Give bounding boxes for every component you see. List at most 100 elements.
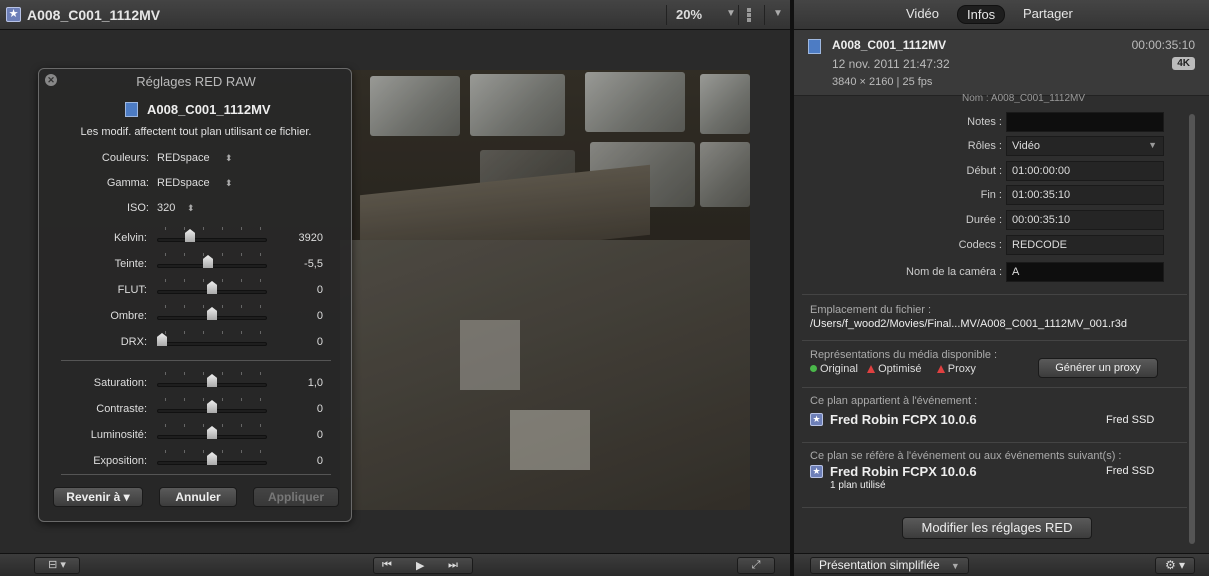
field-value[interactable] bbox=[1006, 112, 1164, 132]
stepper-icon[interactable]: ⬍ bbox=[225, 153, 233, 164]
apply-button[interactable]: Appliquer bbox=[253, 487, 339, 507]
slider-label: Luminosité: bbox=[90, 429, 147, 441]
slider-value: 0 bbox=[316, 403, 323, 415]
scrollbar[interactable] bbox=[1189, 114, 1195, 544]
zoom-dropdown-icon[interactable]: ▼ bbox=[726, 8, 736, 19]
filmstrip-icon: ⊟ ▾ bbox=[48, 559, 66, 571]
action-menu-button[interactable]: ⚙ ▾ bbox=[1155, 557, 1195, 574]
slider[interactable] bbox=[157, 331, 267, 351]
display-options-button[interactable]: ⊟ ▾ bbox=[34, 557, 80, 574]
file-location-section: Emplacement du fichier : /Users/f_wood2/… bbox=[802, 294, 1187, 336]
expand-icon: ⤢ bbox=[751, 559, 761, 571]
transport-controls: ⏮ ▶ ⏭ bbox=[373, 557, 473, 574]
hud-note: Les modif. affectent tout plan utilisant… bbox=[80, 126, 312, 138]
field-value[interactable]: A bbox=[1006, 262, 1164, 282]
slider[interactable] bbox=[157, 372, 267, 392]
warning-icon bbox=[936, 365, 945, 373]
fullscreen-button[interactable]: ⤢ bbox=[737, 557, 775, 574]
field-value[interactable]: Vidéo ▼ bbox=[1006, 136, 1164, 156]
slider-value: -5,5 bbox=[304, 258, 323, 270]
film-icon bbox=[125, 102, 138, 117]
slider[interactable] bbox=[157, 279, 267, 299]
slider-value: 0 bbox=[316, 455, 323, 467]
field-text: 01:00:00:00 bbox=[1012, 165, 1071, 177]
slider-label: FLUT: bbox=[117, 284, 147, 296]
view-options-icon[interactable] bbox=[747, 8, 751, 22]
inspector-bottom-bar: Présentation simplifiée ▼ ⚙ ▾ bbox=[794, 553, 1209, 576]
field-value[interactable]: 01:00:35:10 bbox=[1006, 185, 1164, 205]
slider-ticks bbox=[157, 227, 267, 233]
slider[interactable] bbox=[157, 450, 267, 470]
inspector-panel: Vidéo Infos Partager A008_C001_1112MV 00… bbox=[794, 0, 1209, 576]
media-proxy: Proxy bbox=[947, 363, 976, 375]
media-optimized: Optimisé bbox=[878, 363, 922, 375]
hud-popup-label: ISO: bbox=[126, 202, 149, 214]
modify-red-settings-button[interactable]: Modifier les réglages RED bbox=[902, 517, 1092, 539]
field-value[interactable]: REDCODE bbox=[1006, 235, 1164, 255]
slider-value: 0 bbox=[316, 284, 323, 296]
slider[interactable] bbox=[157, 227, 267, 247]
slider[interactable] bbox=[157, 424, 267, 444]
stepper-icon[interactable]: ⬍ bbox=[225, 178, 233, 189]
slider-value: 3920 bbox=[298, 232, 323, 244]
hud-popup-value[interactable]: REDspace bbox=[157, 152, 210, 164]
cancel-button[interactable]: Annuler bbox=[159, 487, 237, 507]
presentation-popup[interactable]: Présentation simplifiée ▼ bbox=[810, 557, 969, 574]
media-caption: Représentations du média disponible : bbox=[810, 349, 998, 361]
media-original: Original bbox=[820, 363, 858, 375]
file-location-caption: Emplacement du fichier : bbox=[810, 304, 932, 316]
tab-info[interactable]: Infos bbox=[957, 5, 1006, 24]
slider-label: Teinte: bbox=[114, 258, 147, 270]
slider[interactable] bbox=[157, 305, 267, 325]
tab-share[interactable]: Partager bbox=[1023, 6, 1073, 21]
previous-edit-icon[interactable]: ⏮ bbox=[382, 559, 392, 572]
inspector-tabs: Vidéo Infos Partager bbox=[794, 0, 1209, 30]
hud-popup-value[interactable]: REDspace bbox=[157, 177, 210, 189]
field-label: Durée : bbox=[965, 214, 1002, 226]
divider bbox=[666, 5, 667, 25]
field-label: Nom de la caméra : bbox=[906, 266, 1002, 278]
chevron-down-icon: ▼ bbox=[1148, 140, 1157, 150]
slider-label: Contraste: bbox=[96, 403, 147, 415]
tab-video[interactable]: Vidéo bbox=[906, 6, 939, 21]
event-name: Fred Robin FCPX 10.0.6 bbox=[830, 412, 977, 427]
slider[interactable] bbox=[157, 398, 267, 418]
view-options-dropdown-icon[interactable]: ▼ bbox=[773, 8, 783, 19]
divider bbox=[764, 5, 765, 25]
revert-to-button[interactable]: Revenir à ▾ bbox=[53, 487, 143, 507]
play-icon[interactable]: ▶ bbox=[416, 559, 424, 572]
referenced-event-disk: Fred SSD bbox=[1106, 465, 1155, 477]
field-text: REDCODE bbox=[1012, 239, 1068, 251]
generate-proxy-button[interactable]: Générer un proxy bbox=[1038, 358, 1158, 378]
slider-ticks bbox=[157, 331, 267, 337]
slider-label: Kelvin: bbox=[113, 232, 147, 244]
hud-popup-value[interactable]: 320 bbox=[157, 202, 175, 214]
field-value[interactable]: 00:00:35:10 bbox=[1006, 210, 1164, 230]
event-star-icon: ★ bbox=[810, 465, 823, 478]
field-value[interactable]: 01:00:00:00 bbox=[1006, 161, 1164, 181]
gear-icon: ⚙ ▾ bbox=[1164, 558, 1186, 572]
media-representations: Original Optimisé Proxy bbox=[810, 363, 976, 375]
slider-value: 0 bbox=[316, 336, 323, 348]
next-edit-icon[interactable]: ⏭ bbox=[448, 559, 458, 572]
warning-icon bbox=[867, 365, 876, 373]
slider-value: 0 bbox=[316, 429, 323, 441]
field-label: Début : bbox=[966, 165, 1002, 177]
divider bbox=[61, 474, 331, 475]
slider-value: 0 bbox=[316, 310, 323, 322]
metadata-fields: Notes : Rôles : Vidéo ▼ Début : 01:00:00:00 Fi… bbox=[794, 96, 1189, 296]
revert-to-label: Revenir à bbox=[66, 490, 121, 504]
chevron-down-icon: ▾ bbox=[123, 490, 130, 504]
clip-resolution: 3840 × 2160 | 25 fps bbox=[832, 76, 933, 88]
field-label: Rôles : bbox=[967, 140, 1002, 152]
modify-section: Modifier les réglages RED bbox=[802, 507, 1187, 547]
slider-label: Saturation: bbox=[93, 377, 147, 389]
event-caption: Ce plan appartient à l'événement : bbox=[810, 395, 978, 407]
slider-value: 1,0 bbox=[307, 377, 323, 389]
field-text: A bbox=[1012, 266, 1020, 278]
slider[interactable] bbox=[157, 253, 267, 273]
viewer-clip-title: A008_C001_1112MV bbox=[27, 7, 161, 23]
available-dot-icon bbox=[810, 365, 817, 372]
zoom-level[interactable]: 20% bbox=[676, 7, 702, 22]
stepper-icon[interactable]: ⬍ bbox=[187, 203, 195, 214]
